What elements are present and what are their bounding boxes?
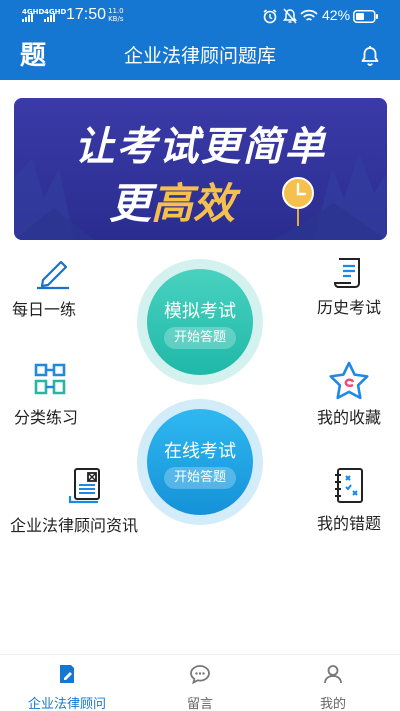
tab-profile-label: 我的 <box>319 697 346 711</box>
book-edit-icon <box>60 665 74 683</box>
tab-home[interactable]: 企业法律顾问 <box>2 663 132 711</box>
star-icon <box>329 361 369 400</box>
mute-icon <box>283 8 297 24</box>
mistakes-notebook-icon <box>335 468 363 503</box>
news-label: 企业法律顾问资讯 <box>10 516 139 535</box>
signal-icon <box>44 13 58 22</box>
promo-banner[interactable]: 让考试更简单 更高效 <box>14 98 387 240</box>
status-time: 17:50 <box>66 6 107 23</box>
bell-icon[interactable] <box>360 45 380 67</box>
status-bar: 4GHD 4GHD 17:50 11.0 KB/s 42% <box>0 0 400 32</box>
online-exam-title: 在线考试 <box>164 441 236 462</box>
tab-home-label: 企业法律顾问 <box>27 697 106 711</box>
tab-messages-label: 留言 <box>186 697 213 711</box>
daily-practice-label: 每日一练 <box>12 300 77 319</box>
pencil-icon <box>37 260 69 290</box>
tab-messages[interactable]: 留言 <box>135 663 265 711</box>
alarm-icon <box>263 9 277 24</box>
history-scroll-icon <box>334 258 360 288</box>
banner-headline: 让考试更简单 <box>74 124 327 170</box>
tab-profile[interactable]: 我的 <box>268 663 398 711</box>
app-header: 题 企业法律顾问题库 <box>0 32 400 80</box>
user-icon <box>324 665 342 684</box>
online-exam-button[interactable]: 在线考试 开始答题 <box>137 399 263 525</box>
mock-exam-start-button[interactable]: 开始答题 <box>164 327 236 349</box>
page-title: 企业法律顾问题库 <box>123 45 276 67</box>
category-practice-label: 分类练习 <box>14 408 79 427</box>
chat-icon <box>190 665 210 685</box>
wifi-icon <box>300 9 318 21</box>
category-icon <box>34 363 66 395</box>
battery-percent: 42% <box>322 7 351 23</box>
mock-exam-button[interactable]: 模拟考试 开始答题 <box>137 259 263 385</box>
favorites-label: 我的收藏 <box>316 408 381 427</box>
mistakes-label: 我的错题 <box>316 514 381 533</box>
category-practice-item[interactable]: 分类练习 <box>10 360 90 428</box>
news-item[interactable]: 企业法律顾问资讯 <box>10 466 160 536</box>
favorites-item[interactable]: 我的收藏 <box>308 360 390 428</box>
daily-practice-item[interactable]: 每日一练 <box>8 254 98 320</box>
mistakes-item[interactable]: 我的错题 <box>308 466 390 534</box>
online-exam-start-button[interactable]: 开始答题 <box>164 467 236 489</box>
banner-subline: 更高效 <box>109 179 236 228</box>
mock-exam-title: 模拟考试 <box>164 301 236 322</box>
battery-icon <box>353 10 378 23</box>
clock-icon <box>282 177 314 226</box>
network-speed: 11.0 KB/s <box>108 7 124 23</box>
news-document-icon <box>68 468 100 504</box>
bottom-nav: 企业法律顾问 留言 我的 <box>0 654 400 711</box>
signal-icon <box>22 13 36 22</box>
history-exam-item[interactable]: 历史考试 <box>308 254 390 318</box>
history-exam-label: 历史考试 <box>316 298 381 317</box>
